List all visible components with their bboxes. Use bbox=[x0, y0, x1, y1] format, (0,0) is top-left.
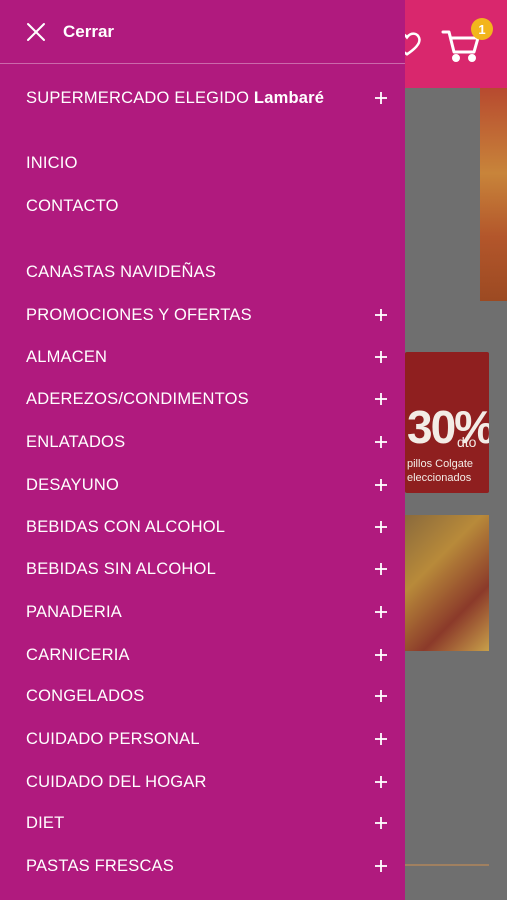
menu-item-bebidas-sin-alcohol[interactable]: BEBIDAS SIN ALCOHOL bbox=[0, 549, 405, 589]
banner-percent: 30% bbox=[407, 401, 489, 453]
colgate-promo-banner[interactable]: 30% dto pillos Colgate eleccionados bbox=[405, 352, 489, 493]
expand-plus-icon[interactable] bbox=[374, 520, 388, 534]
store-name: Lambaré bbox=[253, 88, 325, 107]
expand-plus-icon[interactable] bbox=[374, 435, 388, 449]
menu-item-desayuno[interactable]: DESAYUNO bbox=[0, 465, 405, 505]
menu-item-carniceria[interactable]: CARNICERIA bbox=[0, 635, 405, 675]
expand-plus-icon[interactable] bbox=[374, 732, 388, 746]
menu-item-label: PASTAS FRESCAS bbox=[26, 856, 174, 875]
expand-plus-icon[interactable] bbox=[374, 859, 388, 873]
menu-item-panaderia[interactable]: PANADERIA bbox=[0, 592, 405, 632]
expand-plus-icon[interactable] bbox=[374, 562, 388, 576]
menu-item-cuidado-del-hogar[interactable]: CUIDADO DEL HOGAR bbox=[0, 762, 405, 802]
menu-item-label: INICIO bbox=[26, 153, 78, 172]
close-button[interactable]: Cerrar bbox=[26, 22, 114, 42]
banner-line-1: pillos Colgate bbox=[407, 458, 474, 470]
expand-plus-icon[interactable] bbox=[374, 648, 388, 662]
menu-item-label: DESAYUNO bbox=[26, 475, 119, 494]
menu-item-diet[interactable]: DIET bbox=[0, 803, 405, 843]
expand-plus-icon[interactable] bbox=[374, 689, 388, 703]
expand-plus-icon[interactable] bbox=[374, 392, 388, 406]
store-selector-label: SUPERMERCADO ELEGIDO Lambaré bbox=[26, 88, 325, 107]
menu-item-label: CUIDADO PERSONAL bbox=[26, 729, 200, 748]
menu-item-label: ADEREZOS/CONDIMENTOS bbox=[26, 389, 249, 408]
menu-item-label: DIET bbox=[26, 813, 65, 832]
close-label: Cerrar bbox=[63, 21, 115, 41]
menu-item-contacto[interactable]: CONTACTO bbox=[0, 186, 405, 226]
menu-item-label: CONTACTO bbox=[26, 196, 119, 215]
menu-item-cuidado-personal[interactable]: CUIDADO PERSONAL bbox=[0, 719, 405, 759]
menu-item-label: CANASTAS NAVIDEÑAS bbox=[26, 262, 217, 281]
menu-item-label: CUIDADO DEL HOGAR bbox=[26, 772, 207, 791]
expand-plus-icon bbox=[375, 92, 387, 104]
menu-item-almacen[interactable]: ALMACEN bbox=[0, 337, 405, 377]
expand-plus-icon[interactable] bbox=[374, 605, 388, 619]
promo-banner-image-2[interactable] bbox=[405, 515, 489, 651]
expand-plus-icon[interactable] bbox=[374, 350, 388, 364]
banner-dto: dto bbox=[457, 434, 477, 450]
divider bbox=[405, 864, 489, 866]
menu-item-label: CONGELADOS bbox=[26, 686, 145, 705]
close-icon bbox=[27, 22, 45, 41]
menu-item-label: ENLATADOS bbox=[26, 432, 126, 451]
expand-plus-icon[interactable] bbox=[374, 775, 388, 789]
menu-item-inicio[interactable]: INICIO bbox=[0, 143, 405, 183]
menu-item-label: BEBIDAS SIN ALCOHOL bbox=[26, 559, 216, 578]
menu-item-label: PANADERIA bbox=[26, 602, 122, 621]
expand-plus-icon[interactable] bbox=[374, 816, 388, 830]
menu-item-pastas-frescas[interactable]: PASTAS FRESCAS bbox=[0, 846, 405, 886]
drawer-header: Cerrar bbox=[0, 0, 405, 64]
menu-item-aderezos-condimentos[interactable]: ADEREZOS/CONDIMENTOS bbox=[0, 379, 405, 419]
menu-item-bebidas-con-alcohol[interactable]: BEBIDAS CON ALCOHOL bbox=[0, 507, 405, 547]
menu-item-label: BEBIDAS CON ALCOHOL bbox=[26, 517, 226, 536]
menu-item-enlatados[interactable]: ENLATADOS bbox=[0, 422, 405, 462]
menu-item-label: CARNICERIA bbox=[26, 645, 130, 664]
expand-plus-icon[interactable] bbox=[374, 478, 388, 492]
menu-item-promociones-y-ofertas[interactable]: PROMOCIONES Y OFERTAS bbox=[0, 295, 405, 335]
store-selector[interactable]: SUPERMERCADO ELEGIDO Lambaré bbox=[0, 78, 405, 118]
menu-item-canastas-navideñas[interactable]: CANASTAS NAVIDEÑAS bbox=[0, 252, 405, 292]
menu-item-label: PROMOCIONES Y OFERTAS bbox=[26, 305, 252, 324]
menu-item-label: ALMACEN bbox=[26, 347, 108, 366]
banner-line-2: eleccionados bbox=[407, 472, 472, 484]
cart-count-badge: 1 bbox=[471, 18, 493, 40]
expand-plus-icon[interactable] bbox=[374, 308, 388, 322]
promo-banner-image[interactable] bbox=[480, 88, 507, 301]
navigation-drawer: Cerrar SUPERMERCADO ELEGIDO Lambaré INIC… bbox=[0, 0, 405, 900]
menu-item-congelados[interactable]: CONGELADOS bbox=[0, 676, 405, 716]
